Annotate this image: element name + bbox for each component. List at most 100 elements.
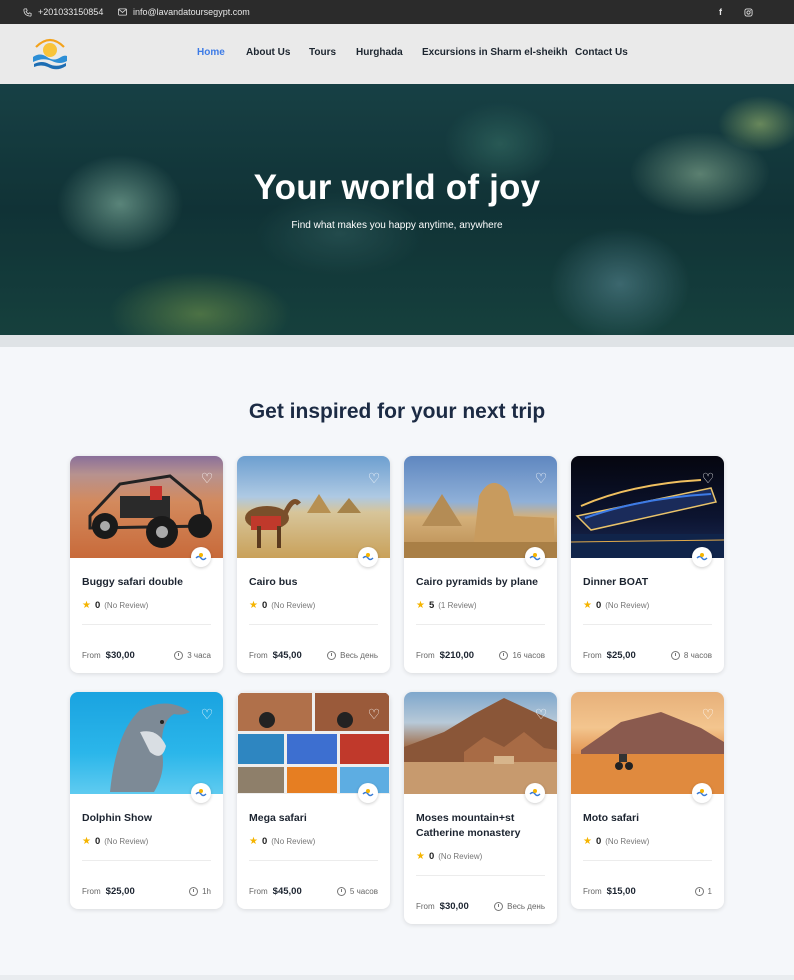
top-bar: +201033150854 info@lavandatoursegypt.com… — [0, 0, 794, 24]
tour-price: From $15,00 — [583, 886, 636, 897]
clock-icon — [189, 887, 199, 896]
tour-title[interactable]: Moto safari — [583, 811, 715, 826]
partner-badge-icon — [358, 547, 378, 567]
favorite-heart-icon[interactable]: ♡ — [534, 471, 548, 485]
hero-title: Your world of joy — [253, 168, 541, 207]
tour-title[interactable]: Buggy safari double — [82, 575, 214, 590]
star-icon: ★ — [249, 600, 258, 611]
tour-duration: 3 часа — [174, 651, 211, 660]
favorite-heart-icon[interactable]: ♡ — [534, 707, 548, 721]
tour-price: From $45,00 — [249, 650, 302, 661]
favorite-heart-icon[interactable]: ♡ — [367, 707, 381, 721]
tour-card[interactable]: ♡ Moto safari ★ 0 (No Review) From $15,00 1 — [571, 692, 724, 909]
clock-icon — [494, 902, 504, 911]
tour-duration: 1h — [189, 887, 211, 896]
favorite-heart-icon[interactable]: ♡ — [701, 471, 715, 485]
partner-badge-icon — [525, 783, 545, 803]
star-icon: ★ — [249, 836, 258, 847]
phone-contact[interactable]: +201033150854 — [22, 0, 103, 24]
tour-rating: ★ 0 (No Review) — [249, 600, 316, 611]
nav-contact-us[interactable]: Contact Us — [575, 47, 628, 58]
partner-badge-icon — [692, 547, 712, 567]
star-icon: ★ — [416, 851, 425, 862]
main-menu: Home About Us Tours Hurghada Excursions … — [0, 24, 794, 84]
clock-icon — [694, 887, 704, 896]
star-icon: ★ — [583, 836, 592, 847]
star-icon: ★ — [82, 600, 91, 611]
hero-banner: Your world of joy Find what makes you ha… — [0, 84, 794, 335]
partner-badge-icon — [358, 783, 378, 803]
favorite-heart-icon[interactable]: ♡ — [367, 471, 381, 485]
card-divider — [249, 860, 378, 861]
section-divider — [0, 335, 794, 347]
tour-card[interactable]: ♡ Dinner BOAT ★ 0 (No Review) From $25,00 8… — [571, 456, 724, 673]
star-icon: ★ — [416, 600, 425, 611]
tour-title[interactable]: Cairo bus — [249, 575, 381, 590]
tour-duration: Весь день — [327, 651, 378, 660]
tour-duration: 1 — [694, 887, 712, 896]
partner-badge-icon — [191, 547, 211, 567]
nav-tours[interactable]: Tours — [309, 47, 336, 58]
tour-rating: ★ 0 (No Review) — [416, 851, 483, 862]
card-divider — [82, 860, 211, 861]
email-address: info@lavandatoursegypt.com — [133, 7, 250, 17]
instagram-icon[interactable] — [744, 0, 753, 24]
card-divider — [583, 860, 712, 861]
card-divider — [249, 624, 378, 625]
card-divider — [416, 624, 545, 625]
card-divider — [82, 624, 211, 625]
tour-card[interactable]: ♡ Buggy safari double ★ 0 (No Review) From… — [70, 456, 223, 673]
star-icon: ★ — [82, 836, 91, 847]
tour-title[interactable]: Moses mountain+st Catherine monastery — [416, 811, 548, 841]
card-divider — [583, 624, 712, 625]
tour-title[interactable]: Cairo pyramids by plane — [416, 575, 548, 590]
email-contact[interactable]: info@lavandatoursegypt.com — [117, 0, 250, 24]
partner-badge-icon — [191, 783, 211, 803]
partner-badge-icon — [692, 783, 712, 803]
tour-title[interactable]: Mega safari — [249, 811, 381, 826]
favorite-heart-icon[interactable]: ♡ — [701, 707, 715, 721]
tour-price: From $210,00 — [416, 650, 475, 661]
tour-card[interactable]: ♡ Mega safari ★ 0 (No Review) From $45,00 5… — [237, 692, 390, 909]
tour-card[interactable]: ♡ Cairo pyramids by plane ★ 5 (1 Review) F… — [404, 456, 557, 673]
main-header: Home About Us Tours Hurghada Excursions … — [0, 24, 794, 84]
tour-rating: ★ 0 (No Review) — [82, 600, 149, 611]
star-icon: ★ — [583, 600, 592, 611]
tour-card[interactable]: ♡ Dolphin Show ★ 0 (No Review) From $25,00 … — [70, 692, 223, 909]
nav-hurghada[interactable]: Hurghada — [356, 47, 403, 58]
tour-duration: 5 часов — [336, 887, 378, 896]
tour-title[interactable]: Dolphin Show — [82, 811, 214, 826]
favorite-heart-icon[interactable]: ♡ — [200, 471, 214, 485]
tour-price: From $30,00 — [416, 901, 469, 912]
tour-rating: ★ 5 (1 Review) — [416, 600, 477, 611]
nav-home[interactable]: Home — [197, 47, 225, 58]
tour-price: From $30,00 — [82, 650, 135, 661]
favorite-heart-icon[interactable]: ♡ — [200, 707, 214, 721]
clock-icon — [336, 887, 346, 896]
tour-price: From $25,00 — [583, 650, 636, 661]
tour-duration: Весь день — [494, 902, 545, 911]
nav-about-us[interactable]: About Us — [246, 47, 290, 58]
tour-card[interactable]: ♡ Moses mountain+st Catherine monastery … — [404, 692, 557, 924]
facebook-icon[interactable]: f — [719, 0, 722, 24]
phone-icon — [22, 7, 32, 17]
partner-badge-icon — [525, 547, 545, 567]
clock-icon — [174, 651, 184, 660]
tour-duration: 16 часов — [499, 651, 545, 660]
tour-rating: ★ 0 (No Review) — [82, 836, 149, 847]
tour-card[interactable]: ♡ Cairo bus ★ 0 (No Review) From $45,00 Вес… — [237, 456, 390, 673]
hero-subtitle: Find what makes you happy anytime, anywh… — [291, 220, 503, 231]
tour-duration: 8 часов — [670, 651, 712, 660]
tour-title[interactable]: Dinner BOAT — [583, 575, 715, 590]
tour-price: From $45,00 — [249, 886, 302, 897]
tour-rating: ★ 0 (No Review) — [583, 836, 650, 847]
card-divider — [416, 875, 545, 876]
clock-icon — [499, 651, 509, 660]
clock-icon — [327, 651, 337, 660]
section-title: Get inspired for your next trip — [248, 400, 546, 423]
clock-icon — [670, 651, 680, 660]
page-bottom-edge — [0, 975, 794, 980]
nav-excursions-sharm[interactable]: Excursions in Sharm el-sheikh — [422, 47, 568, 58]
tour-rating: ★ 0 (No Review) — [583, 600, 650, 611]
mail-icon — [117, 7, 127, 17]
